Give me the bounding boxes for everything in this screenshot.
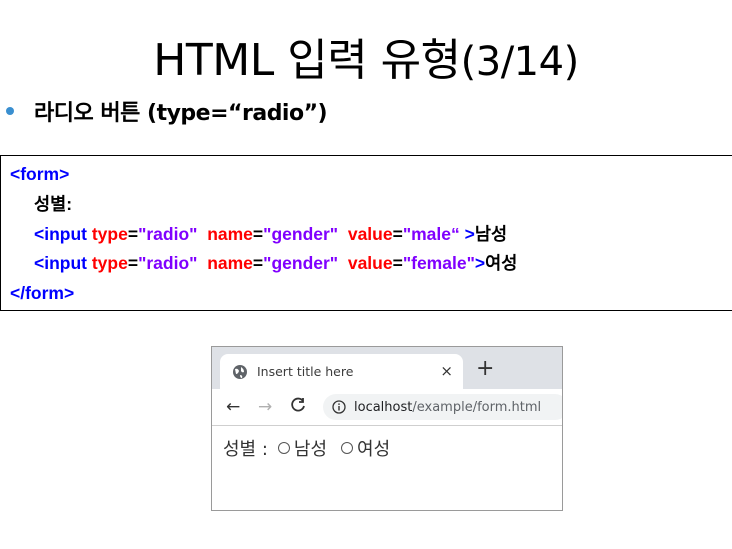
code-gender-text: 성별:	[34, 194, 73, 214]
code-tag-close: >	[464, 224, 475, 244]
code-line-gender: 성별:	[34, 193, 72, 215]
code-type-attr: type	[91, 253, 128, 273]
forward-arrow-icon[interactable]: →	[258, 397, 272, 417]
code-label-male: 남성	[474, 224, 508, 244]
code-input-tag: <input	[34, 224, 87, 244]
tab-strip: Insert title here × +	[212, 347, 562, 389]
code-eq: =	[252, 224, 264, 244]
tab-title: Insert title here	[257, 364, 354, 379]
browser-tab[interactable]: Insert title here ×	[220, 354, 463, 389]
url-text: localhost/example/form.html	[354, 400, 541, 415]
browser-window: Insert title here × + ← → localhost/exam…	[211, 346, 563, 511]
code-value-attr: value	[347, 224, 393, 244]
code-eq: =	[127, 224, 139, 244]
code-value-val: "male“	[402, 224, 460, 244]
code-name-val: "gender"	[263, 224, 339, 244]
toolbar-divider	[212, 425, 562, 426]
info-icon[interactable]	[332, 400, 346, 414]
code-name-attr: name	[207, 253, 253, 273]
code-line-input-female: <input type="radio" name="gender" value=…	[34, 252, 517, 274]
reload-arrow-icon	[291, 397, 305, 412]
back-arrow-icon[interactable]: ←	[226, 397, 240, 417]
slide-title-main: HTML 입력 유형	[153, 35, 461, 86]
code-tag-close: >	[474, 253, 486, 273]
code-block: <form> 성별: <input type="radio" name="gen…	[0, 155, 732, 311]
code-type-attr: type	[91, 224, 128, 244]
code-form-open: <form>	[10, 164, 70, 184]
address-bar[interactable]: localhost/example/form.html	[323, 394, 562, 420]
code-eq: =	[127, 253, 139, 273]
bullet-item: 라디오 버튼 (type=“radio”)	[6, 96, 328, 126]
code-name-attr: name	[207, 224, 253, 244]
browser-toolbar: ← → localhost/example/form.html	[212, 389, 562, 425]
bullet-text: 라디오 버튼 (type=“radio”)	[34, 101, 328, 126]
gender-label: 성별 :	[223, 439, 268, 460]
reload-icon[interactable]	[290, 397, 306, 418]
code-line-form-open: <form>	[10, 163, 69, 185]
url-path: /example/form.html	[412, 399, 542, 415]
bullet-dot-icon	[6, 107, 14, 115]
radio-male[interactable]	[277, 442, 290, 454]
slide-title-suffix: (3/14)	[460, 39, 580, 85]
code-eq: =	[252, 253, 264, 273]
code-label-female: 여성	[485, 253, 518, 273]
new-tab-icon[interactable]: +	[476, 357, 494, 381]
radio-female[interactable]	[341, 442, 354, 454]
code-input-tag: <input	[34, 253, 87, 273]
code-eq: =	[392, 224, 403, 244]
slide-title: HTML 입력 유형(3/14)	[0, 24, 732, 88]
close-tab-icon[interactable]: ×	[440, 362, 453, 380]
url-host: localhost	[354, 399, 413, 415]
code-type-val: "radio"	[138, 224, 198, 244]
code-line-form-close: </form>	[10, 282, 74, 304]
code-value-val: "female"	[402, 253, 475, 273]
code-name-val: "gender"	[263, 253, 339, 273]
globe-icon	[233, 364, 247, 379]
page-content: 성별 : 남성 여성	[223, 435, 390, 461]
code-type-val: "radio"	[138, 253, 198, 273]
radio-male-label: 남성	[293, 439, 328, 460]
code-form-close: </form>	[10, 283, 75, 303]
radio-female-label: 여성	[357, 439, 391, 460]
code-eq: =	[392, 253, 403, 273]
code-value-attr: value	[347, 253, 393, 273]
code-line-input-male: <input type="radio" name="gender" value=…	[34, 223, 507, 245]
